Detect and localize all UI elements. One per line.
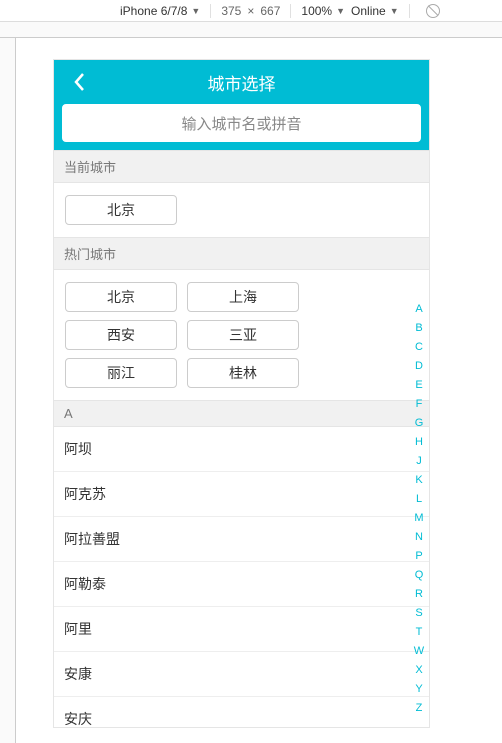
city-list: 阿坝 阿克苏 阿拉善盟 阿勒泰 阿里 安康 安庆 鞍山 安顺 安阳 阿城 — [54, 427, 429, 727]
city-item[interactable]: 阿坝 — [54, 427, 429, 472]
hot-cities-row: 北京 上海 西安 三亚 丽江 桂林 — [54, 270, 429, 400]
index-letter[interactable]: H — [415, 433, 423, 452]
index-letter[interactable]: A — [415, 300, 422, 319]
index-letter[interactable]: Z — [416, 699, 423, 718]
page-header: 城市选择 — [54, 60, 429, 104]
device-name: iPhone 6/7/8 — [120, 4, 187, 18]
network-selector[interactable]: Online ▼ — [351, 4, 399, 18]
vertical-ruler — [0, 38, 16, 743]
dropdown-icon: ▼ — [390, 6, 399, 16]
search-input[interactable]: 输入城市名或拼音 — [62, 104, 421, 142]
device-width[interactable]: 375 — [221, 4, 241, 18]
index-letter[interactable]: C — [415, 338, 423, 357]
index-letter[interactable]: X — [415, 661, 422, 680]
divider — [290, 4, 291, 18]
devtools-toolbar: iPhone 6/7/8 ▼ 375 × 667 100% ▼ Online ▼ — [0, 0, 502, 22]
index-letter[interactable]: K — [415, 471, 422, 490]
index-letter[interactable]: M — [414, 509, 423, 528]
dropdown-icon: ▼ — [336, 6, 345, 16]
city-item[interactable]: 安康 — [54, 652, 429, 697]
hot-city-pill[interactable]: 西安 — [65, 320, 177, 350]
letter-section-header: A — [54, 400, 429, 427]
index-letter[interactable]: E — [415, 376, 422, 395]
city-item[interactable]: 阿拉善盟 — [54, 517, 429, 562]
index-letter[interactable]: N — [415, 528, 423, 547]
device-frame: 城市选择 输入城市名或拼音 当前城市 北京 热门城市 北京 上海 西安 三亚 丽… — [54, 60, 429, 727]
chevron-left-icon — [73, 72, 85, 92]
index-letter[interactable]: Q — [415, 566, 424, 585]
index-letter[interactable]: L — [416, 490, 422, 509]
hot-cities-label: 热门城市 — [54, 237, 429, 270]
divider — [210, 4, 211, 18]
divider — [409, 4, 410, 18]
device-selector[interactable]: iPhone 6/7/8 ▼ — [120, 4, 200, 18]
current-city-row: 北京 — [54, 183, 429, 237]
index-letter[interactable]: J — [416, 452, 422, 471]
hot-city-pill[interactable]: 桂林 — [187, 358, 299, 388]
no-sign-icon[interactable] — [426, 4, 440, 18]
hot-city-pill[interactable]: 丽江 — [65, 358, 177, 388]
index-letter[interactable]: B — [415, 319, 422, 338]
stage: 城市选择 输入城市名或拼音 当前城市 北京 热门城市 北京 上海 西安 三亚 丽… — [0, 38, 502, 743]
back-button[interactable] — [64, 60, 94, 104]
dropdown-icon: ▼ — [191, 6, 200, 16]
times-icon: × — [247, 4, 254, 18]
current-city-label: 当前城市 — [54, 150, 429, 183]
hot-city-pill[interactable]: 三亚 — [187, 320, 299, 350]
city-item[interactable]: 安庆 — [54, 697, 429, 727]
scroll-area[interactable]: 当前城市 北京 热门城市 北京 上海 西安 三亚 丽江 桂林 A 阿坝 阿克苏 … — [54, 150, 429, 727]
horizontal-ruler — [0, 22, 502, 38]
index-letter[interactable]: T — [416, 623, 423, 642]
city-item[interactable]: 阿里 — [54, 607, 429, 652]
index-letter[interactable]: F — [416, 395, 423, 414]
zoom-selector[interactable]: 100% ▼ — [301, 4, 345, 18]
index-letter[interactable]: D — [415, 357, 423, 376]
index-letter[interactable]: P — [415, 547, 422, 566]
index-letter[interactable]: S — [415, 604, 422, 623]
hot-city-pill[interactable]: 北京 — [65, 282, 177, 312]
city-item[interactable]: 阿勒泰 — [54, 562, 429, 607]
index-letter[interactable]: Y — [415, 680, 422, 699]
network-value: Online — [351, 4, 386, 18]
index-letter[interactable]: W — [414, 642, 424, 661]
search-bar: 输入城市名或拼音 — [54, 104, 429, 150]
index-letter[interactable]: G — [415, 414, 424, 433]
index-letter[interactable]: R — [415, 585, 423, 604]
alpha-index-bar[interactable]: A B C D E F G H J K L M N P Q R S T W X — [411, 300, 427, 718]
zoom-value: 100% — [301, 4, 332, 18]
current-city-pill[interactable]: 北京 — [65, 195, 177, 225]
city-item[interactable]: 阿克苏 — [54, 472, 429, 517]
page-title: 城市选择 — [208, 70, 276, 95]
hot-city-pill[interactable]: 上海 — [187, 282, 299, 312]
device-height[interactable]: 667 — [260, 4, 280, 18]
